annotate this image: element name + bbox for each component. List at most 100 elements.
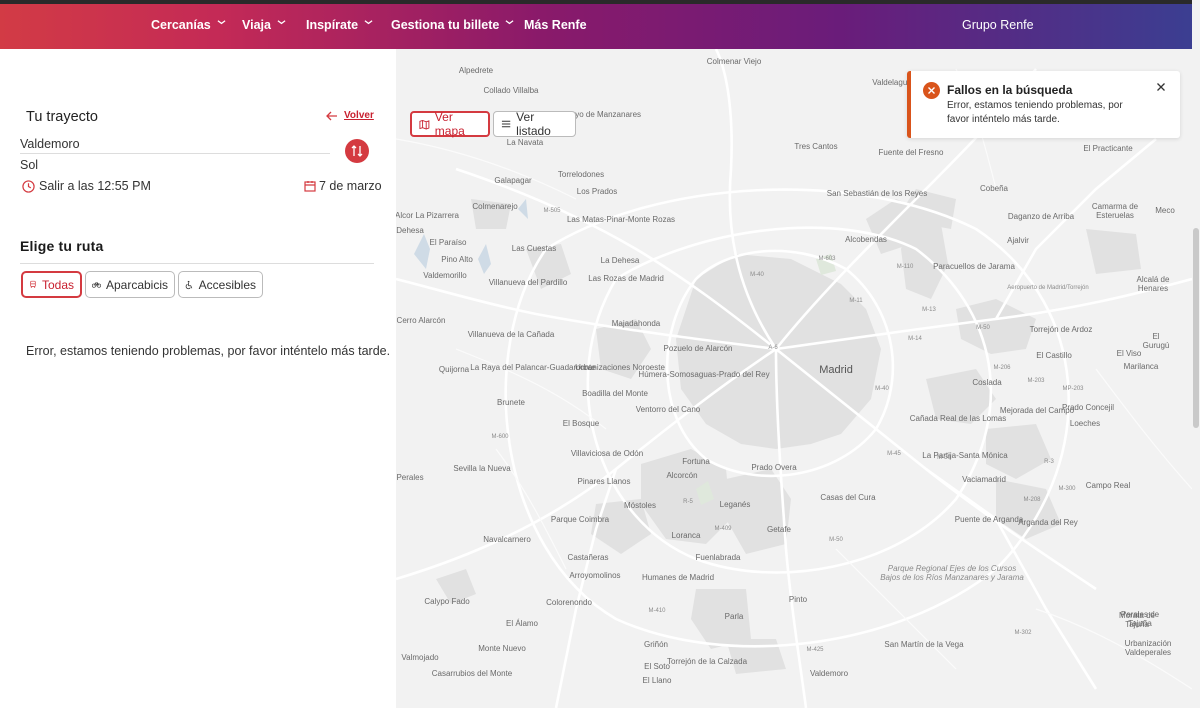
map-label: Villanueva de la Cañada xyxy=(467,330,555,339)
map-label: Parque Regional Ejes de los Cursos Bajos… xyxy=(880,564,1024,582)
date-label: 7 de marzo xyxy=(319,179,382,193)
map-label: Húmera-Somosaguas-Prado del Rey xyxy=(638,370,770,379)
map-label: Las Cuestas xyxy=(511,244,557,253)
map-view[interactable]: Alpedrete Collado Villalba Hoyo de Manza… xyxy=(396,49,1192,708)
road-label: M-425 xyxy=(806,647,824,653)
map-label: Loeches xyxy=(1069,419,1101,428)
map-label: El Viso xyxy=(1116,349,1142,358)
map-label: Prado Concejil xyxy=(1061,403,1115,412)
destination-field[interactable]: Sol xyxy=(20,158,38,172)
map-label: Sevilla la Nueva xyxy=(453,464,511,473)
calendar-icon xyxy=(304,181,316,192)
map-label: Colmenar Viejo xyxy=(706,57,762,66)
nav-mas-renfe[interactable]: Más Renfe xyxy=(524,18,587,32)
filter-aparcabicis[interactable]: Aparcabicis xyxy=(85,271,175,298)
map-label: Ajalvir xyxy=(1007,236,1029,245)
origin-field[interactable]: Valdemoro xyxy=(20,137,80,151)
page-scrollbar[interactable] xyxy=(1192,0,1200,708)
map-label: Torrejón de la Calzada xyxy=(666,657,748,666)
divider xyxy=(20,153,330,154)
swap-arrows-icon xyxy=(351,145,363,157)
filter-label: Aparcabicis xyxy=(105,277,168,292)
departure-time[interactable]: Salir a las 12:55 PM xyxy=(22,179,151,193)
nav-label: Más Renfe xyxy=(524,18,587,32)
map-label: Hoyo de Manzanares xyxy=(564,110,642,119)
map-label: El Castillo xyxy=(1036,351,1072,360)
road-label: A-6 xyxy=(768,345,778,351)
map-label: Castañeras xyxy=(567,553,609,562)
map-label: Ventorro del Cano xyxy=(635,405,701,414)
filter-label: Accesibles xyxy=(198,277,256,292)
journey-panel: Tu trayecto Volver Valdemoro Sol Salir a… xyxy=(0,49,396,708)
chevron-down-icon xyxy=(505,19,514,24)
map-label: Los Prados xyxy=(576,187,618,196)
map-label: El Álamo xyxy=(505,619,539,628)
road-label: M-13 xyxy=(922,307,936,313)
map-label: Pinares Llanos xyxy=(577,477,631,486)
routes-heading: Elige tu ruta xyxy=(20,238,104,254)
filter-todas[interactable]: Todas xyxy=(21,271,82,298)
map-label: Casas del Cura xyxy=(820,493,876,502)
view-map-button[interactable]: Ver mapa xyxy=(410,110,490,138)
road-label: R-3 xyxy=(1044,459,1054,465)
routes-error-message: Error, estamos teniendo problemas, por f… xyxy=(26,344,391,358)
map-label: Alpedrete xyxy=(458,66,494,75)
road-label: M-208 xyxy=(1023,497,1041,503)
map-label: San Sebastián de los Reyes xyxy=(826,189,928,198)
map-label: Casarrubios del Monte xyxy=(431,669,513,678)
travel-date[interactable]: 7 de marzo xyxy=(304,179,382,193)
error-toast: Fallos en la búsqueda Error, estamos ten… xyxy=(907,71,1180,138)
filter-accesibles[interactable]: Accesibles xyxy=(178,271,263,298)
map-label: Perales xyxy=(396,473,424,482)
map-label: Fortuna xyxy=(682,457,710,466)
map-label: Cerro Alarcón xyxy=(396,316,446,325)
nav-cercanias[interactable]: Cercanías xyxy=(151,18,226,32)
map-label: Calypo Fado xyxy=(424,597,470,606)
nav-gestiona-billete[interactable]: Gestiona tu billete xyxy=(391,18,514,32)
top-navigation-bar: Cercanías Viaja Inspírate Gestiona tu bi… xyxy=(0,0,1200,49)
road-label: M-600 xyxy=(491,434,509,440)
road-label: M-505 xyxy=(543,208,561,214)
swap-stations-button[interactable] xyxy=(345,139,369,163)
wheelchair-icon xyxy=(185,280,193,289)
map-label: Dehesa xyxy=(396,226,424,235)
nav-viaja[interactable]: Viaja xyxy=(242,18,286,32)
map-label: Parla xyxy=(724,612,744,621)
road-label: M-300 xyxy=(1058,486,1076,492)
scrollbar-thumb[interactable] xyxy=(1193,228,1199,428)
close-toast-button[interactable] xyxy=(1156,79,1166,97)
map-label: Tres Cantos xyxy=(794,142,838,151)
map-label: Urbanización Valdeperales xyxy=(1124,639,1172,657)
map-label: Camarma de Esteruelas xyxy=(1091,202,1139,220)
road-label: M-110 xyxy=(896,264,914,270)
grupo-renfe-link[interactable]: Grupo Renfe xyxy=(962,18,1034,32)
back-link[interactable]: Volver xyxy=(326,110,374,121)
map-label: Marilanca xyxy=(1123,362,1159,371)
map-label: Móstoles xyxy=(623,501,657,510)
arrow-left-icon xyxy=(326,111,337,120)
map-label: El Bosque xyxy=(562,419,600,428)
map-label: Torrelodones xyxy=(557,170,605,179)
nav-label: Gestiona tu billete xyxy=(391,18,500,32)
map-label: Boadilla del Monte xyxy=(582,389,648,398)
map-label: Colorenondo xyxy=(546,598,592,607)
clock-icon xyxy=(22,179,35,193)
road-label: M-410 xyxy=(648,608,666,614)
map-label: Paracuellos de Jarama xyxy=(933,262,1015,271)
map-label: Cobeña xyxy=(979,184,1009,193)
departure-label: Salir a las 12:55 PM xyxy=(39,179,151,193)
view-list-label: Ver listado xyxy=(516,110,551,138)
view-list-button[interactable]: Ver listado xyxy=(493,110,576,138)
road-label: M-30 xyxy=(937,455,951,461)
map-label: Monte Nuevo xyxy=(478,644,526,653)
map-label: La Dehesa xyxy=(600,256,640,265)
map-label: Villanueva del Pardillo xyxy=(488,278,568,287)
map-label: Fuente del Fresno xyxy=(878,148,944,157)
map-label: Colmenarejo xyxy=(472,202,518,211)
map-label: San Martín de la Vega xyxy=(884,640,964,649)
chevron-down-icon xyxy=(277,19,286,24)
nav-inspirate[interactable]: Inspírate xyxy=(306,18,373,32)
toast-title: Fallos en la búsqueda xyxy=(947,83,1073,97)
map-label: Navalcarnero xyxy=(483,535,531,544)
road-label: M-50 xyxy=(976,325,990,331)
